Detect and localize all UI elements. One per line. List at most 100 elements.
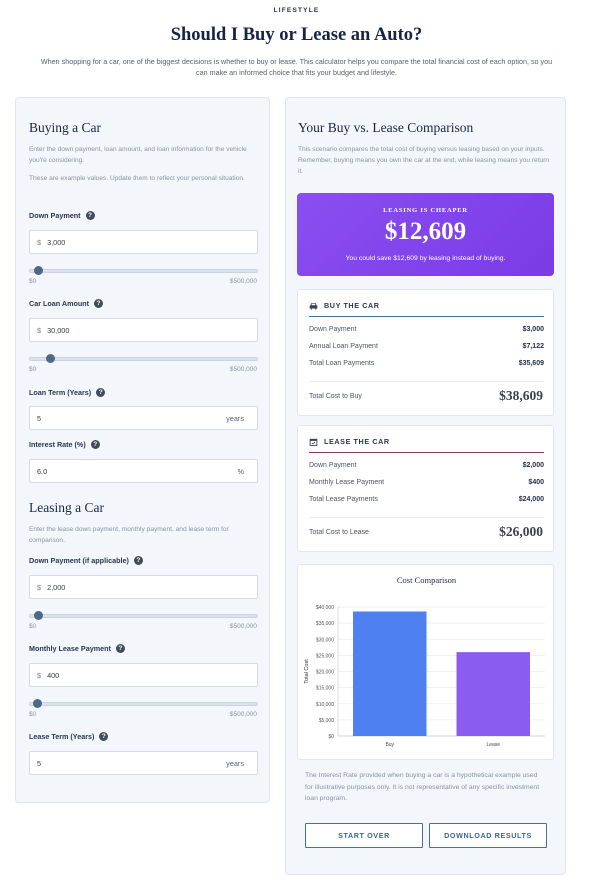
buy-down-payment-value: 3,000 <box>47 237 66 247</box>
help-icon[interactable]: ? <box>133 556 143 565</box>
help-icon[interactable]: ? <box>94 299 104 308</box>
slider-track <box>29 702 258 706</box>
loan-term-label: Loan Term (Years) ? <box>29 388 106 397</box>
input-card: Buying a Car Enter the down payment, loa… <box>15 97 270 803</box>
buying-description: Enter the down payment, loan amount, and… <box>29 146 247 164</box>
row-value: $3,000 <box>522 326 544 333</box>
lease-down-payment-slider[interactable] <box>29 611 258 621</box>
interest-rate-input[interactable]: 6.0 % <box>29 459 258 483</box>
dollar-prefix: $ <box>37 582 42 592</box>
lease-down-payment-input[interactable]: $ 2,000 <box>29 575 258 599</box>
start-over-button[interactable]: START OVER <box>305 823 423 848</box>
buy-panel-title: BUY THE CAR <box>324 301 380 310</box>
download-results-button[interactable]: DOWNLOAD RESULTS <box>429 823 547 848</box>
slider-thumb[interactable] <box>34 266 44 275</box>
comparison-description: This scenario compares the total cost of… <box>298 146 550 175</box>
slider-max-label: $500,000 <box>229 623 257 630</box>
buy-down-payment-slider[interactable] <box>29 266 258 276</box>
slider-thumb[interactable] <box>33 611 43 620</box>
loan-amount-slider[interactable] <box>29 354 258 364</box>
slider-thumb[interactable] <box>33 699 43 708</box>
list-item: Total Loan Payments $35,609 <box>309 360 544 367</box>
lease-term-input[interactable]: 5 years <box>29 751 258 775</box>
list-item: Annual Loan Payment $7,122 <box>309 343 544 350</box>
lease-down-payment-label-text: Down Payment (if applicable) <box>29 556 129 565</box>
car-icon <box>309 302 318 310</box>
buy-down-payment-input[interactable]: $ 3,000 <box>29 230 258 254</box>
row-value: $35,609 <box>518 360 544 367</box>
savings-amount: $12,609 <box>384 218 467 245</box>
years-suffix: years <box>226 413 244 423</box>
results-card: Your Buy vs. Lease Comparison This scena… <box>285 97 566 875</box>
lease-down-payment-value: 2,000 <box>47 582 66 592</box>
row-label: Down Payment <box>309 326 357 333</box>
x-tick-label: Lease <box>486 742 500 748</box>
slider-track <box>29 269 258 273</box>
y-tick-label: $40,000 <box>316 605 334 611</box>
slider-max-label: $500,000 <box>229 711 257 718</box>
buy-accent-line <box>309 316 544 317</box>
lease-term-value: 5 <box>37 758 42 768</box>
interest-rate-label: Interest Rate (%) ? <box>29 440 100 449</box>
slider-track <box>29 357 258 361</box>
monthly-lease-slider[interactable] <box>29 699 258 709</box>
slider-min-label: $0 <box>29 623 37 630</box>
list-item: Monthly Lease Payment $400 <box>309 479 544 486</box>
slider-max-label: $500,000 <box>229 366 257 373</box>
row-label: Monthly Lease Payment <box>309 479 385 486</box>
percent-suffix: % <box>237 466 245 476</box>
page-title: Should I Buy or Lease an Auto? <box>170 25 423 45</box>
loan-amount-label-text: Car Loan Amount <box>29 299 90 308</box>
page-eyebrow: LIFESTYLE <box>273 7 320 14</box>
comparison-title: Your Buy vs. Lease Comparison <box>298 120 474 135</box>
row-value: $7,122 <box>522 343 544 350</box>
buy-panel-head: BUY THE CAR <box>309 301 380 310</box>
total-buy-label: Total Cost to Buy <box>309 393 362 400</box>
buying-note: These are example values. Update them to… <box>29 175 245 182</box>
help-icon[interactable]: ? <box>115 644 125 653</box>
lease-panel-head: LEASE THE CAR <box>309 437 390 446</box>
row-label: Total Lease Payments <box>309 496 378 503</box>
loan-term-value: 5 <box>37 413 42 423</box>
slider-min-label: $0 <box>29 711 37 718</box>
disclaimer: The Interest Rate provided when buying a… <box>305 772 540 802</box>
row-value: $2,000 <box>522 462 544 469</box>
loan-amount-label: Car Loan Amount ? <box>29 299 104 308</box>
chart-title: Cost Comparison <box>397 575 457 585</box>
y-axis-label: Total Cost <box>304 659 310 684</box>
y-tick-label: $20,000 <box>316 670 334 676</box>
total-buy-value: $38,609 <box>499 388 543 403</box>
buy-down-payment-label-text: Down Payment <box>29 211 81 220</box>
row-label: Total Loan Payments <box>309 360 375 367</box>
chart-svg: Cost Comparison $0 $5,000 $10,000 $15,000 $20… <box>304 575 545 748</box>
help-icon[interactable]: ? <box>90 440 100 449</box>
y-tick-label: $0 <box>328 734 334 740</box>
help-icon[interactable]: ? <box>96 388 106 397</box>
lease-term-label: Lease Term (Years) ? <box>29 732 109 741</box>
loan-amount-input[interactable]: $ 30,000 <box>29 318 258 342</box>
divider <box>309 381 544 382</box>
slider-min-label: $0 <box>29 366 37 373</box>
monthly-lease-input[interactable]: $ 400 <box>29 663 258 687</box>
loan-amount-value: 30,000 <box>47 325 70 335</box>
buy-panel: BUY THE CAR Down Payment $3,000 Annual Lo… <box>297 289 554 416</box>
help-icon[interactable]: ? <box>85 211 95 220</box>
cost-comparison-chart: Cost Comparison $0 $5,000 $10,000 $15,000 $20… <box>297 564 554 760</box>
row-label: Down Payment <box>309 462 357 469</box>
x-tick-label: Buy <box>385 742 394 748</box>
bar-lease <box>456 652 530 736</box>
y-tick-label: $10,000 <box>316 702 334 708</box>
calendar-icon <box>309 438 318 446</box>
help-icon[interactable]: ? <box>99 732 109 741</box>
leasing-description: Enter the lease down payment, monthly pa… <box>29 526 229 544</box>
y-tick-label: $30,000 <box>316 637 334 643</box>
loan-term-input[interactable]: 5 years <box>29 406 258 430</box>
savings-kicker: LEASING IS CHEAPER <box>383 207 468 214</box>
row-value: $400 <box>528 479 544 486</box>
slider-thumb[interactable] <box>46 354 56 363</box>
page-subtitle: When shopping for a car, one of the bigg… <box>40 57 553 77</box>
monthly-lease-value: 400 <box>47 670 60 680</box>
bar-buy <box>353 611 427 736</box>
row-label: Annual Loan Payment <box>309 343 378 350</box>
lease-term-label-text: Lease Term (Years) <box>29 732 95 741</box>
